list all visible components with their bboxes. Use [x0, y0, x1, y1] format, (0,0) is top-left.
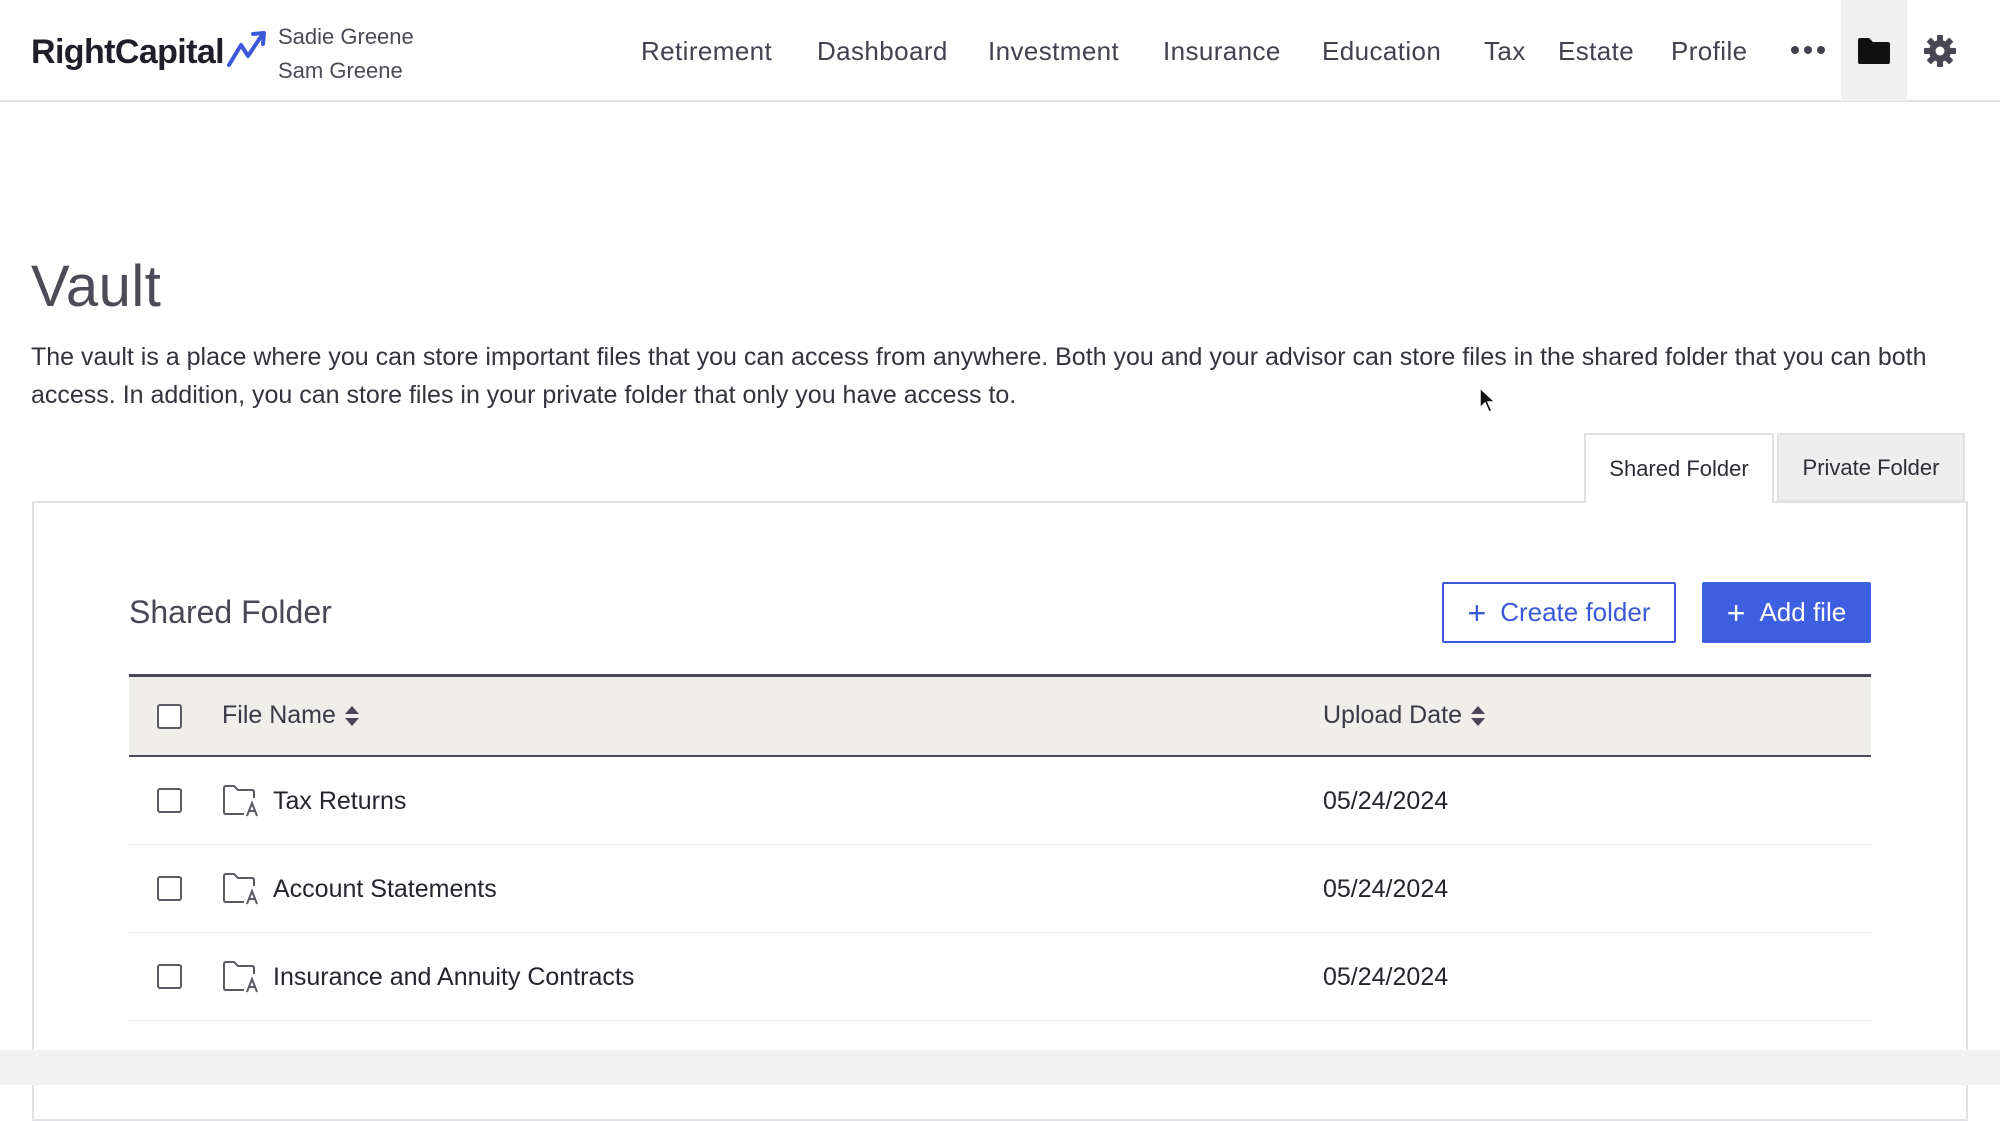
more-icon[interactable]: [1790, 44, 1826, 56]
table-header: File Name Upload Date: [129, 674, 1871, 757]
sort-icon: [344, 705, 359, 726]
page-description: The vault is a place where you can store…: [31, 343, 1927, 409]
create-folder-button[interactable]: + Create folder: [1442, 582, 1676, 643]
table-row[interactable]: Tax Returns 05/24/2024: [129, 757, 1871, 845]
page-footer-strip: [0, 1050, 2000, 1085]
row-file-name[interactable]: Account Statements: [273, 875, 497, 904]
nav-profile[interactable]: Profile: [1671, 36, 1748, 67]
row-checkbox[interactable]: [157, 964, 182, 989]
add-file-label: Add file: [1759, 597, 1847, 627]
page-title: Vault: [31, 254, 162, 319]
column-label-file-name: File Name: [222, 701, 336, 729]
tab-private-folder[interactable]: Private Folder: [1777, 433, 1965, 502]
row-upload-date: 05/24/2024: [1323, 963, 1449, 991]
column-header-file-name[interactable]: File Name: [222, 701, 360, 730]
row-file-name[interactable]: Tax Returns: [273, 787, 406, 816]
sort-icon: [1470, 705, 1485, 726]
settings-button[interactable]: [1917, 0, 1963, 101]
shared-folder-icon: [223, 785, 258, 817]
row-file-name[interactable]: Insurance and Annuity Contracts: [273, 963, 634, 992]
gear-icon: [1924, 34, 1956, 67]
vault-folder-button[interactable]: [1841, 0, 1907, 101]
shared-folder-icon: [223, 873, 258, 905]
top-navigation-bar: RightCapital Sadie Greene Sam Greene Ret…: [0, 0, 2000, 102]
nav-dashboard[interactable]: Dashboard: [817, 36, 948, 67]
select-all-checkbox[interactable]: [157, 704, 182, 729]
row-upload-date: 05/24/2024: [1323, 875, 1449, 903]
panel-title: Shared Folder: [129, 594, 332, 630]
nav-estate[interactable]: Estate: [1558, 36, 1634, 67]
create-folder-label: Create folder: [1500, 597, 1651, 627]
main-nav: Retirement Dashboard Investment Insuranc…: [0, 28, 2000, 74]
column-label-upload-date: Upload Date: [1323, 701, 1462, 729]
folder-icon: [1858, 37, 1890, 64]
row-upload-date: 05/24/2024: [1323, 787, 1449, 815]
column-header-upload-date[interactable]: Upload Date: [1323, 701, 1486, 730]
mouse-cursor-icon: [1479, 386, 1497, 413]
plus-icon: +: [1726, 594, 1746, 631]
shared-folder-icon: [223, 961, 258, 993]
nav-insurance[interactable]: Insurance: [1163, 36, 1281, 67]
row-checkbox[interactable]: [157, 876, 182, 901]
nav-investment[interactable]: Investment: [988, 36, 1119, 67]
nav-retirement[interactable]: Retirement: [641, 36, 772, 67]
row-checkbox[interactable]: [157, 788, 182, 813]
plus-icon: +: [1467, 594, 1487, 631]
table-row[interactable]: Account Statements 05/24/2024: [129, 845, 1871, 933]
nav-education[interactable]: Education: [1322, 36, 1441, 67]
table-row[interactable]: Insurance and Annuity Contracts 05/24/20…: [129, 933, 1871, 1021]
nav-tax[interactable]: Tax: [1484, 36, 1526, 67]
add-file-button[interactable]: + Add file: [1702, 582, 1871, 643]
tab-shared-folder[interactable]: Shared Folder: [1584, 433, 1774, 503]
